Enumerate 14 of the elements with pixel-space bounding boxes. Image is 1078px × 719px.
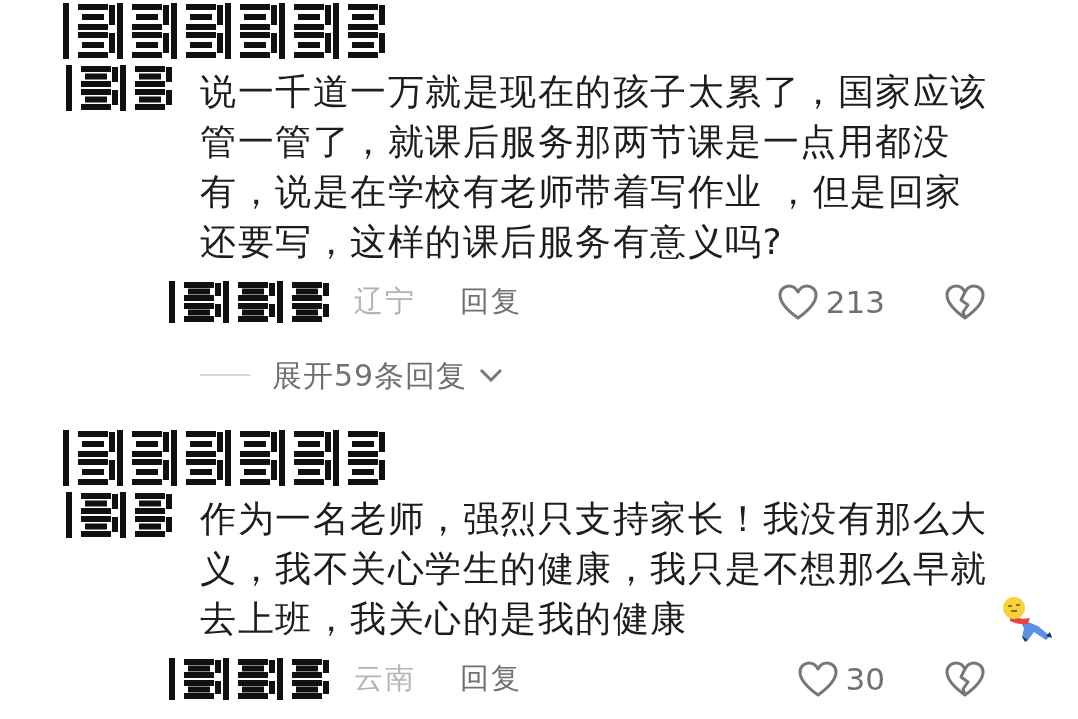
reply-button[interactable]: 回复 xyxy=(460,280,522,324)
heart-icon xyxy=(797,661,838,697)
chevron-down-icon xyxy=(479,368,504,382)
location-text: 辽宁 xyxy=(354,283,416,321)
like-button[interactable]: 30 xyxy=(797,655,885,703)
dislike-button[interactable] xyxy=(945,284,985,320)
comment-text: 作为一名老师，强烈只支持家长！我没有那么大义，我不关心学生的健康，我只是不想那么早就去上班，我关心的是我的健康 xyxy=(200,498,988,639)
heart-icon xyxy=(777,284,818,320)
reply-button[interactable]: 回复 xyxy=(460,657,522,701)
dislike-button[interactable] xyxy=(945,661,985,697)
like-button[interactable]: 213 xyxy=(777,278,885,326)
expand-replies-button[interactable]: 展开59条回复 xyxy=(272,352,504,398)
comment-text: 说一千道一万就是现在的孩子太累了，国家应该管一管了，就课后服务那两节课是一点用都没有，说是在学校有老师带着写作业 ，但是回家还要写，这样的课后服务有意义吗? xyxy=(200,71,988,262)
location-text: 云南 xyxy=(354,660,416,698)
